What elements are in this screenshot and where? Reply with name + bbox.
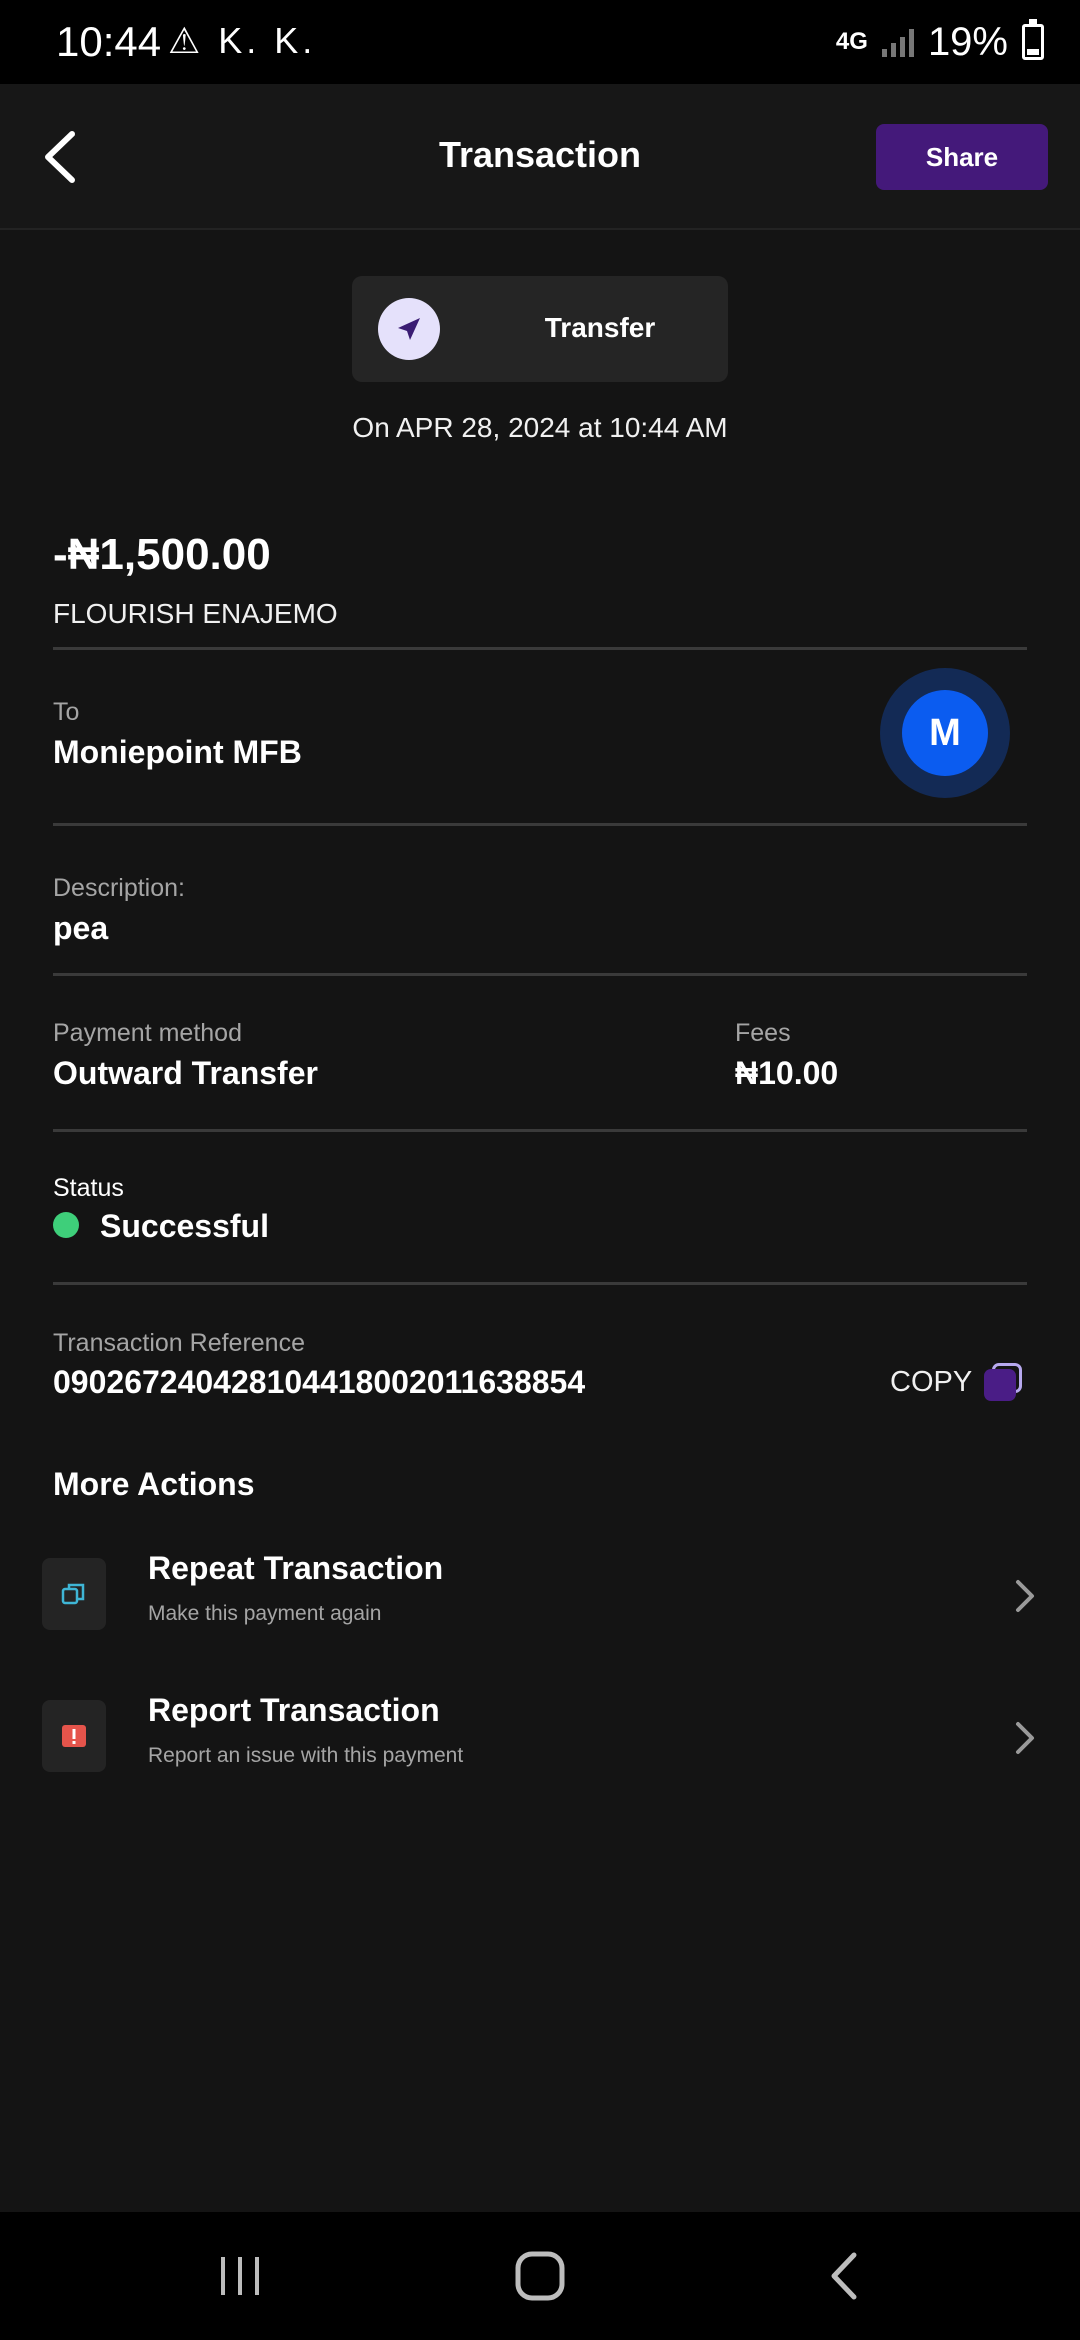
- recent-apps-button[interactable]: [200, 2244, 280, 2308]
- share-button[interactable]: Share: [876, 124, 1048, 190]
- app-header: Transaction Share: [0, 84, 1080, 230]
- more-actions-title: More Actions: [53, 1466, 255, 1502]
- repeat-transaction-row[interactable]: Repeat Transaction Make this payment aga…: [0, 1536, 1080, 1656]
- report-icon: [42, 1700, 106, 1772]
- payment-method-value: Outward Transfer: [53, 1055, 318, 1091]
- transaction-amount: -₦1,500.00: [53, 530, 271, 579]
- divider: [53, 647, 1027, 650]
- bank-logo: M: [880, 668, 1010, 798]
- to-label: To: [53, 698, 80, 726]
- transaction-date: On APR 28, 2024 at 10:44 AM: [352, 412, 728, 443]
- report-transaction-subtitle: Report an issue with this payment: [148, 1744, 464, 1767]
- status-bar: 10:44 ⚠ K. K. 4G 19%: [0, 0, 1080, 84]
- status-value: Successful: [100, 1208, 269, 1244]
- notification-icons: ⚠ K. K.: [168, 20, 317, 61]
- copy-label: COPY: [890, 1365, 973, 1398]
- bank-initial: M: [902, 690, 988, 776]
- bank-name: Moniepoint MFB: [53, 734, 302, 770]
- divider: [53, 1129, 1027, 1132]
- status-time: 10:44: [56, 18, 162, 65]
- divider: [53, 973, 1027, 976]
- report-transaction-row[interactable]: Report Transaction Report an issue with …: [0, 1678, 1080, 1798]
- copy-reference-button[interactable]: COPY: [890, 1360, 1023, 1404]
- recent-apps-icon: [221, 2257, 259, 2295]
- repeat-transaction-title: Repeat Transaction: [148, 1550, 444, 1586]
- network-type-icon: 4G: [835, 28, 868, 55]
- report-transaction-title: Report Transaction: [148, 1692, 440, 1728]
- transaction-type-label: Transfer: [544, 312, 656, 343]
- fees-label: Fees: [735, 1019, 791, 1047]
- divider: [53, 1282, 1027, 1285]
- battery-fill: [1027, 49, 1039, 55]
- payment-method-label: Payment method: [53, 1019, 242, 1047]
- copy-icon: [984, 1363, 1023, 1401]
- description-value: pea: [53, 910, 109, 946]
- status-right-icons: 4G 19%: [836, 18, 1044, 66]
- battery-icon: [1022, 19, 1044, 60]
- nav-back-button[interactable]: [804, 2244, 884, 2308]
- chevron-right-icon: [1016, 1722, 1034, 1754]
- transaction-type-badge: Transfer: [352, 276, 728, 382]
- home-button[interactable]: [500, 2244, 580, 2308]
- repeat-transaction-subtitle: Make this payment again: [148, 1602, 382, 1625]
- reference-label: Transaction Reference: [53, 1329, 305, 1357]
- status-label: Status: [53, 1174, 124, 1202]
- system-nav-bar: [0, 2212, 1080, 2340]
- send-icon: [378, 298, 440, 360]
- signal-strength-icon: [881, 27, 914, 57]
- fees-value: ₦10.00: [735, 1055, 839, 1091]
- reference-value: 090267240428104418002011638854: [53, 1364, 586, 1400]
- divider: [53, 823, 1027, 826]
- back-icon: [831, 2252, 857, 2300]
- description-label: Description:: [53, 874, 185, 902]
- chevron-right-icon: [1016, 1580, 1034, 1612]
- recipient-name: FLOURISH ENAJEMO: [53, 598, 338, 629]
- status-indicator-dot: [53, 1212, 79, 1238]
- home-icon: [515, 2251, 565, 2301]
- battery-percent: 19%: [927, 19, 1008, 64]
- repeat-icon: [42, 1558, 106, 1630]
